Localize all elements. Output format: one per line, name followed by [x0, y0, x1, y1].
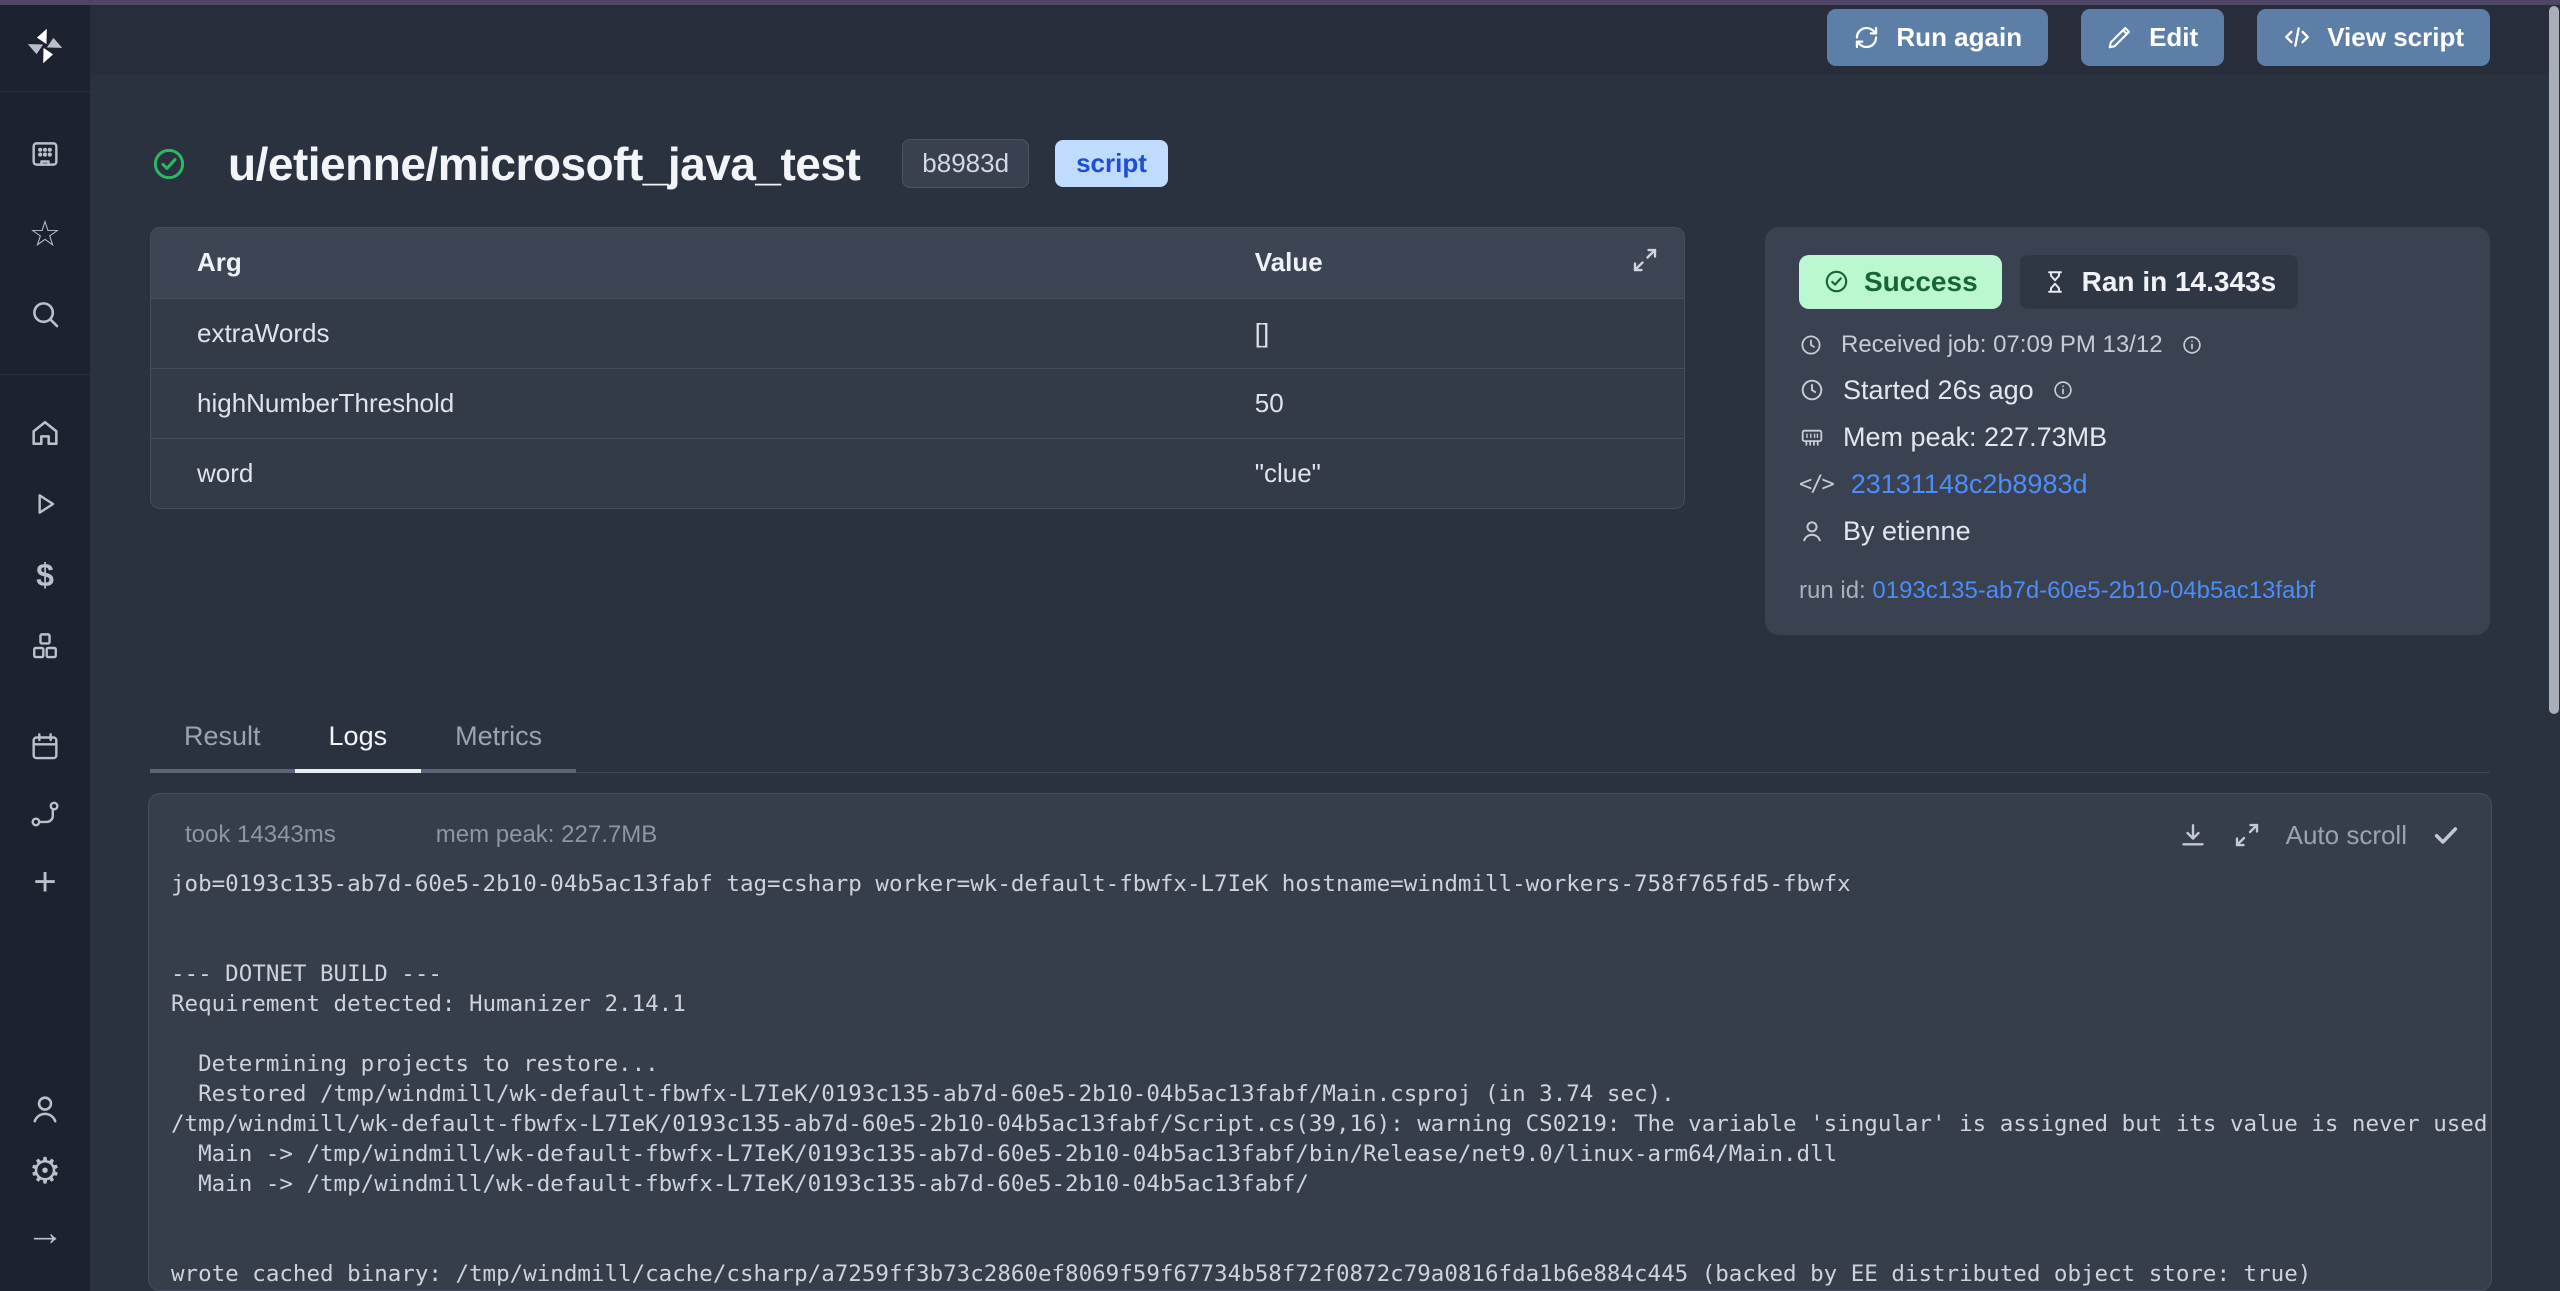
args-table-header: Arg Value: [151, 228, 1684, 298]
runs-play-icon[interactable]: [27, 486, 63, 522]
account-user-icon[interactable]: [27, 1091, 63, 1127]
arg-value: 50: [1255, 388, 1684, 419]
result-tabs: Result Logs Metrics: [150, 721, 2490, 773]
script-type-badge[interactable]: script: [1055, 140, 1168, 187]
status-badge: Success: [1799, 255, 2002, 309]
args-col-header: Arg: [151, 247, 1255, 278]
status-label: Success: [1864, 266, 1978, 298]
table-row: highNumberThreshold 50: [151, 368, 1684, 438]
table-row: extraWords []: [151, 298, 1684, 368]
tab-result[interactable]: Result: [150, 721, 295, 773]
check-circle-icon: [1823, 268, 1850, 295]
auto-scroll-checkbox[interactable]: [2431, 820, 2461, 850]
memory-chip-icon: [1799, 424, 1825, 450]
page-title: u/etienne/microsoft_java_test: [228, 137, 860, 191]
user-icon: [1799, 518, 1825, 544]
tab-metrics[interactable]: Metrics: [421, 721, 576, 773]
args-table: Arg Value extraWords [] highNumberThresh…: [150, 227, 1685, 509]
log-mem-peak: mem peak: 227.7MB: [436, 821, 657, 849]
auto-scroll-label: Auto scroll: [2286, 820, 2407, 851]
view-script-button[interactable]: View script: [2257, 9, 2490, 66]
edit-label: Edit: [2149, 22, 2198, 53]
mem-peak-row: Mem peak: 227.73MB: [1799, 422, 2456, 453]
code-icon: [2283, 23, 2311, 51]
arg-name: word: [151, 458, 1255, 489]
topbar: Run again Edit View script: [90, 0, 2560, 75]
sidebar-bottom-group: ⚙ →: [0, 1091, 90, 1251]
author-row: By etienne: [1799, 516, 2456, 547]
log-toolbar: took 14343ms mem peak: 227.7MB Auto scro…: [149, 794, 2491, 857]
collapse-arrow-right-icon[interactable]: →: [27, 1215, 63, 1251]
run-id-label: run id:: [1799, 577, 1866, 604]
log-duration: took 14343ms: [185, 821, 336, 849]
sidebar-top-group: ☆: [0, 92, 90, 332]
schedules-calendar-icon[interactable]: [27, 728, 63, 764]
window-top-strip: [0, 0, 2560, 5]
run-id-row: run id: 0193c135-ab7d-60e5-2b10-04b5ac13…: [1799, 577, 2456, 605]
success-check-circle-icon: [150, 145, 188, 183]
flows-route-icon[interactable]: [27, 796, 63, 832]
status-row: Success Ran in 14.343s: [1799, 255, 2456, 309]
main-content: Run again Edit View script u/etienne/mic…: [90, 0, 2560, 1291]
log-panel: took 14343ms mem peak: 227.7MB Auto scro…: [148, 793, 2492, 1291]
edit-button[interactable]: Edit: [2081, 9, 2224, 66]
mem-peak-label: Mem peak: 227.73MB: [1843, 422, 2107, 453]
author-label: By etienne: [1843, 516, 1971, 547]
resources-boxes-icon[interactable]: [27, 628, 63, 664]
variables-dollar-icon[interactable]: $: [27, 557, 63, 593]
add-plus-icon[interactable]: +: [27, 864, 63, 900]
arg-name: highNumberThreshold: [151, 388, 1255, 419]
duration-chip: Ran in 14.343s: [2020, 255, 2299, 309]
job-details-panel: Success Ran in 14.343s Received job: 07:…: [1765, 227, 2490, 635]
code-icon: </>: [1799, 472, 1833, 497]
windmill-logo[interactable]: [0, 0, 90, 92]
log-output: job=0193c135-ab7d-60e5-2b10-04b5ac13fabf…: [149, 857, 2491, 1289]
content-row: Arg Value extraWords [] highNumberThresh…: [150, 227, 2490, 635]
sidebar-secondary-group: +: [0, 728, 90, 900]
hash-badge: b8983d: [902, 139, 1029, 188]
refresh-icon: [1853, 24, 1880, 51]
received-job-row: Received job: 07:09 PM 13/12: [1799, 331, 2456, 359]
windmill-logo-icon: [23, 24, 67, 68]
duration-label: Ran in 14.343s: [2082, 266, 2277, 298]
arg-value: []: [1255, 318, 1684, 349]
title-row: u/etienne/microsoft_java_test b8983d scr…: [150, 137, 2490, 191]
started-row: Started 26s ago: [1799, 375, 2456, 406]
apps-icon[interactable]: [27, 136, 63, 172]
home-icon[interactable]: [27, 415, 63, 451]
run-again-label: Run again: [1896, 22, 2022, 53]
pencil-icon: [2107, 24, 2133, 50]
sidebar-main-group: $: [0, 375, 90, 664]
favorites-star-icon[interactable]: ☆: [27, 216, 63, 252]
page-scrollbar[interactable]: [2549, 6, 2559, 714]
run-again-button[interactable]: Run again: [1827, 9, 2048, 66]
info-icon[interactable]: [2052, 379, 2074, 401]
search-icon[interactable]: [27, 296, 63, 332]
tab-logs[interactable]: Logs: [295, 721, 422, 773]
arg-value: "clue": [1255, 458, 1684, 489]
started-label: Started 26s ago: [1843, 375, 2034, 406]
value-col-header: Value: [1255, 247, 1684, 278]
clock-icon: [1799, 333, 1823, 357]
settings-gear-icon[interactable]: ⚙: [27, 1153, 63, 1189]
run-id-link[interactable]: 0193c135-ab7d-60e5-2b10-04b5ac13fabf: [1872, 577, 2315, 604]
expand-logs-icon[interactable]: [2232, 820, 2262, 850]
sidebar: ☆ $: [0, 0, 90, 1291]
received-job-label: Received job: 07:09 PM 13/12: [1841, 331, 2163, 359]
hourglass-icon: [2042, 269, 2068, 295]
script-hash-row: </> 23131148c2b8983d: [1799, 469, 2456, 500]
view-script-label: View script: [2327, 22, 2464, 53]
info-icon[interactable]: [2181, 334, 2203, 356]
arg-name: extraWords: [151, 318, 1255, 349]
script-hash-link[interactable]: 23131148c2b8983d: [1851, 469, 2088, 500]
clock-icon: [1799, 377, 1825, 403]
table-row: word "clue": [151, 438, 1684, 508]
download-logs-icon[interactable]: [2178, 820, 2208, 850]
expand-args-icon[interactable]: [1630, 245, 1660, 275]
